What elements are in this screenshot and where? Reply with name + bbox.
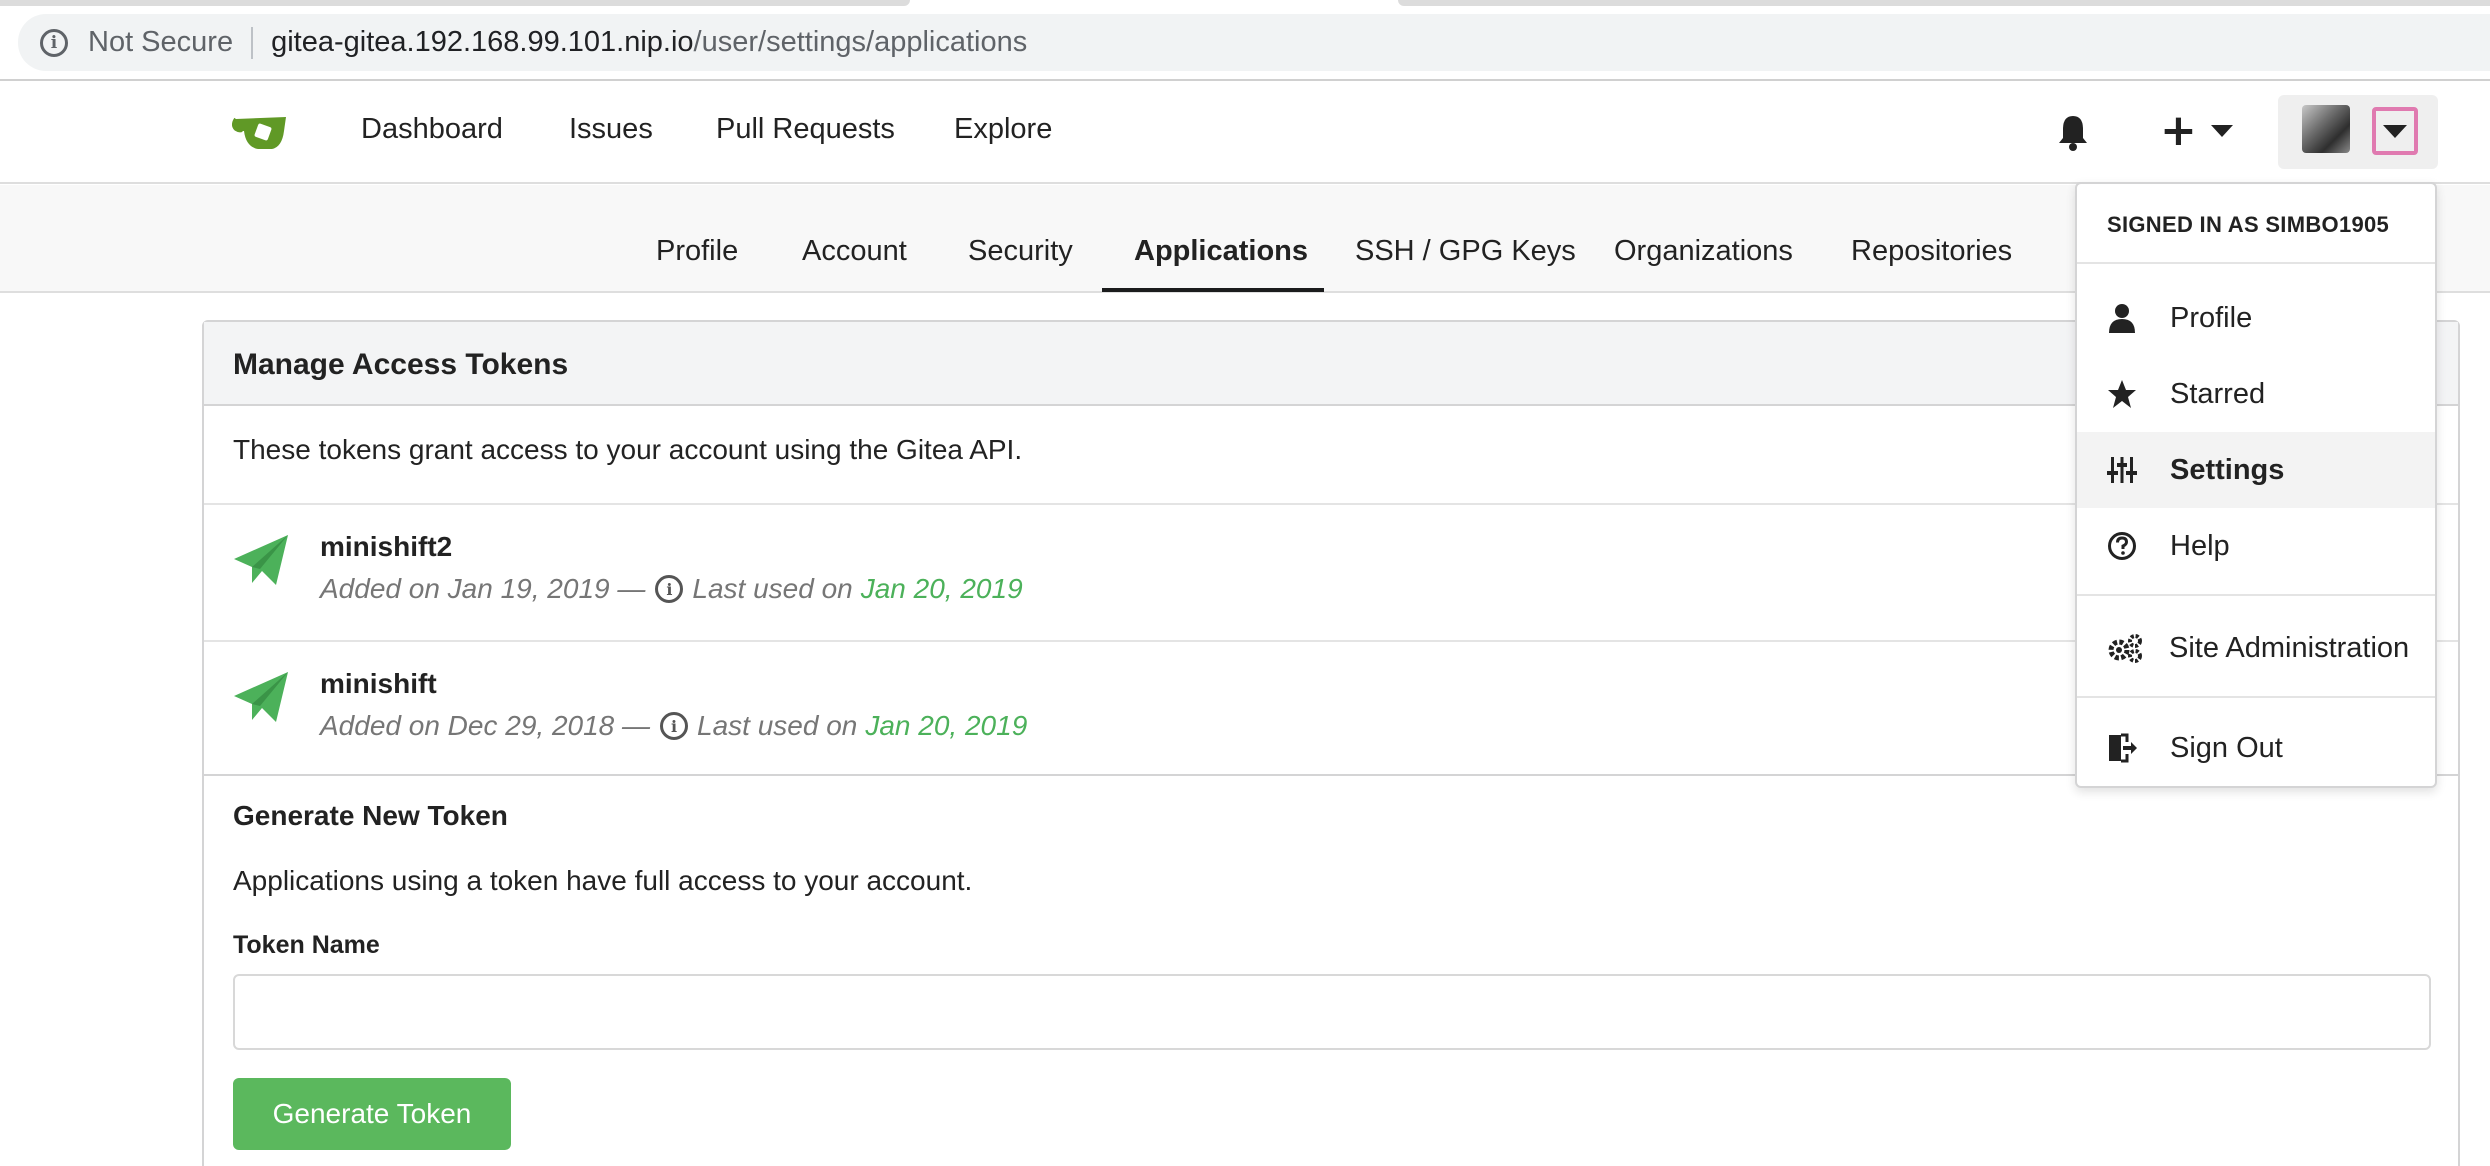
tab-applications[interactable]: Applications: [1134, 235, 1308, 268]
browser-tab-strip: [1398, 0, 2490, 6]
token-meta: Added on Dec 29, 2018 — i Last used on J…: [320, 710, 1027, 742]
menu-item-help[interactable]: Help: [2077, 508, 2435, 584]
paper-plane-icon: [234, 535, 288, 585]
user-menu-toggle[interactable]: [2372, 107, 2418, 155]
menu-item-settings[interactable]: Settings: [2077, 432, 2435, 508]
sliders-icon: [2107, 457, 2137, 483]
nav-issues[interactable]: Issues: [569, 113, 653, 146]
user-menu[interactable]: [2278, 95, 2438, 169]
nav-pull-requests[interactable]: Pull Requests: [716, 113, 895, 146]
chevron-down-icon: [2383, 124, 2407, 138]
info-icon: i: [660, 712, 689, 740]
menu-item-label: Settings: [2170, 453, 2285, 486]
generate-token-title: Generate New Token: [233, 800, 508, 831]
tab-profile[interactable]: Profile: [656, 235, 738, 268]
token-last-used-label: Last used on: [692, 573, 853, 604]
avatar[interactable]: [2302, 105, 2350, 153]
generate-token-button[interactable]: Generate Token: [233, 1078, 511, 1150]
gitea-teacup-icon[interactable]: [232, 113, 288, 153]
tab-repositories[interactable]: Repositories: [1851, 235, 2012, 268]
security-label: Not Secure: [88, 26, 234, 58]
token-name-input[interactable]: [233, 974, 2431, 1050]
tab-security[interactable]: Security: [968, 235, 1073, 268]
divider: [2077, 594, 2435, 596]
tab-ssh-gpg-keys[interactable]: SSH / GPG Keys: [1355, 235, 1576, 268]
tab-organizations[interactable]: Organizations: [1614, 235, 1793, 268]
tab-account[interactable]: Account: [802, 235, 907, 268]
panel-title: Manage Access Tokens: [233, 348, 569, 381]
top-navbar: Dashboard Issues Pull Requests Explore +: [0, 81, 2490, 184]
nav-dashboard[interactable]: Dashboard: [361, 113, 503, 146]
menu-item-profile[interactable]: Profile: [2077, 280, 2435, 356]
menu-item-label: Sign Out: [2170, 731, 2283, 764]
address-bar[interactable]: i Not Secure gitea-gitea.192.168.99.101.…: [18, 14, 2490, 71]
menu-item-sign-out[interactable]: Sign Out: [2077, 710, 2435, 786]
url-divider: [251, 26, 254, 59]
paper-plane-icon: [234, 672, 288, 722]
url-host: gitea-gitea.192.168.99.101.nip.io: [271, 26, 694, 58]
signed-in-header: SIGNED IN AS SIMBO1905: [2107, 212, 2390, 237]
token-last-used-date: Jan 20, 2019: [865, 710, 1028, 741]
token-added: Added on Jan 19, 2019 —: [320, 573, 646, 604]
info-icon: i: [655, 575, 684, 603]
person-icon: [2109, 304, 2135, 333]
menu-item-label: Profile: [2170, 301, 2253, 334]
bell-icon[interactable]: [2056, 113, 2090, 151]
generate-token-description: Applications using a token have full acc…: [233, 865, 973, 896]
token-name: minishift: [320, 668, 437, 699]
token-name-label: Token Name: [233, 931, 380, 959]
token-name: minishift2: [320, 531, 453, 562]
star-icon: [2108, 380, 2136, 408]
user-dropdown-menu: SIGNED IN AS SIMBO1905 Profile Starred S…: [2075, 182, 2437, 788]
nav-explore[interactable]: Explore: [954, 113, 1052, 146]
panel-description: These tokens grant access to your accoun…: [233, 434, 1023, 465]
menu-item-starred[interactable]: Starred: [2077, 356, 2435, 432]
create-menu[interactable]: +: [2160, 109, 2233, 153]
url-path: /user/settings/applications: [693, 26, 1028, 58]
browser-tab-strip: [0, 0, 910, 6]
token-added: Added on Dec 29, 2018 —: [320, 710, 651, 741]
question-circle-icon: [2108, 532, 2136, 560]
menu-item-label: Help: [2170, 529, 2230, 562]
menu-item-site-administration[interactable]: Site Administration: [2077, 610, 2435, 686]
token-last-used-label: Last used on: [697, 710, 858, 741]
active-tab-indicator: [1102, 288, 1324, 292]
info-icon[interactable]: i: [40, 28, 68, 57]
menu-item-label: Starred: [2170, 377, 2266, 410]
menu-item-label: Site Administration: [2169, 631, 2410, 664]
browser-toolbar: i Not Secure gitea-gitea.192.168.99.101.…: [0, 0, 2490, 81]
gears-icon: [2108, 634, 2142, 663]
divider: [2077, 262, 2435, 264]
chevron-down-icon: [2210, 125, 2233, 137]
token-last-used-date: Jan 20, 2019: [860, 573, 1023, 604]
token-meta: Added on Jan 19, 2019 — i Last used on J…: [320, 573, 1023, 605]
plus-icon: +: [2160, 105, 2197, 156]
divider: [2077, 696, 2435, 698]
sign-out-icon: [2109, 733, 2137, 763]
